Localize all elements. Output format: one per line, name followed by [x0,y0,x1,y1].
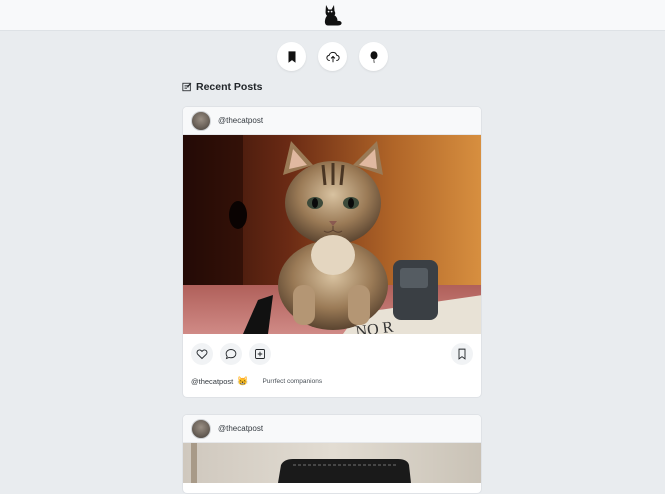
caption-text: Purrfect companions [262,377,323,385]
comment-button[interactable] [220,343,242,365]
nav-saved-button[interactable] [277,42,306,71]
cat-logo-icon[interactable] [320,2,346,28]
add-button[interactable] [249,343,271,365]
post-username[interactable]: @thecatpost [218,116,263,125]
post-actions [183,334,481,374]
post-username[interactable]: @thecatpost [218,424,263,433]
post-card: @thecatpost NO R @thecatpost 😸 Purrfect … [182,106,482,398]
balloon-icon [370,50,377,63]
nav-upload-button[interactable] [318,42,347,71]
section-title: Recent Posts [182,81,263,93]
notepad-icon [182,82,192,92]
post-image: NO R [183,135,481,334]
avatar[interactable] [191,418,211,439]
avatar[interactable] [191,110,211,131]
like-button[interactable] [191,343,213,365]
top-bar [0,0,665,31]
nav-balloon-button[interactable] [359,42,388,71]
add-square-icon [255,349,265,359]
post-image [183,443,481,483]
caption-emoji: 😸 [237,375,249,386]
caption-username[interactable]: @thecatpost [191,377,233,386]
heart-icon [196,349,208,360]
post-header: @thecatpost [183,107,481,135]
post-caption: @thecatpost 😸 Purrfect companions [183,374,481,388]
bookmark-icon [288,50,295,63]
post-card: @thecatpost [182,414,482,494]
section-title-text: Recent Posts [196,81,263,93]
bookmark-icon [458,348,466,360]
comment-icon [225,349,237,360]
post-header: @thecatpost [183,415,481,443]
save-post-button[interactable] [451,343,473,365]
cloud-upload-icon [325,51,340,62]
nav-bar [0,42,665,71]
